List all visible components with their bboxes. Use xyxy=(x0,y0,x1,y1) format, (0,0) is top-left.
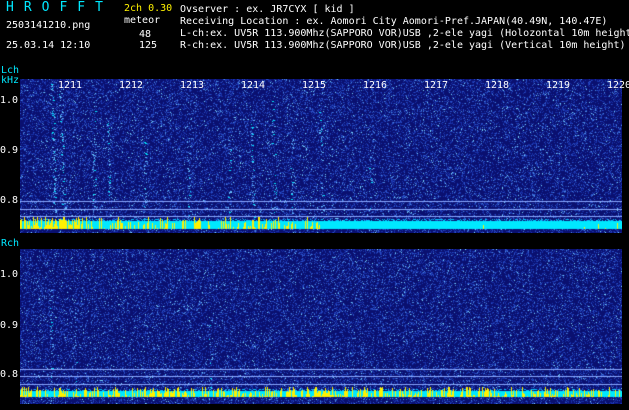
time-label-1212: 1212 xyxy=(119,80,144,91)
lch-unit: kHz xyxy=(1,75,20,86)
mode-value: 2ch 0.30 xyxy=(124,3,173,14)
time-label-1219: 1219 xyxy=(546,80,571,91)
time-label-1214: 1214 xyxy=(241,80,266,91)
time-label-1215: 1215 xyxy=(302,80,327,91)
lch-spectrogram xyxy=(20,79,622,233)
app-title: HROFFT xyxy=(6,0,113,15)
time-label-1218: 1218 xyxy=(485,80,510,91)
rch-ytick-0-9: 0.9 xyxy=(0,320,19,331)
lch-ytick-0-9: 0.9 xyxy=(0,145,19,156)
rch-meteor-count: 125 xyxy=(139,40,158,51)
rch-ytick-0-8: 0.8 xyxy=(0,369,19,380)
file-name: 2503141210.png xyxy=(6,20,91,31)
lch-meteor-count: 48 xyxy=(139,29,152,40)
time-label-1216: 1216 xyxy=(363,80,388,91)
time-label-1217: 1217 xyxy=(424,80,449,91)
mode-label: 2ch 0.30 xyxy=(124,4,172,14)
date-time: 25.03.14 12:10 xyxy=(6,40,91,51)
location-info: Receiving Location : ex. Aomori City Aom… xyxy=(180,16,608,27)
time-label-1220: 1220 xyxy=(607,80,629,91)
meteor-label: meteor xyxy=(124,15,161,26)
lch-ytick-1-0: 1.0 xyxy=(0,95,19,106)
rch-info: R-ch:ex. UV5R 113.900Mhz(SAPPORO VOR)USB… xyxy=(180,40,626,51)
time-label-1211: 1211 xyxy=(58,80,83,91)
observer-info: Ovserver : ex. JR7CYX [ kid ] xyxy=(180,4,355,15)
rch-spectrogram xyxy=(20,249,622,404)
lch-ytick-0-8: 0.8 xyxy=(0,195,19,206)
rch-ytick-1-0: 1.0 xyxy=(0,269,19,280)
lch-info: L-ch:ex. UV5R 113.900Mhz(SAPPORO VOR)USB… xyxy=(180,28,629,39)
time-label-1213: 1213 xyxy=(180,80,205,91)
rch-label: Rch xyxy=(1,238,20,249)
